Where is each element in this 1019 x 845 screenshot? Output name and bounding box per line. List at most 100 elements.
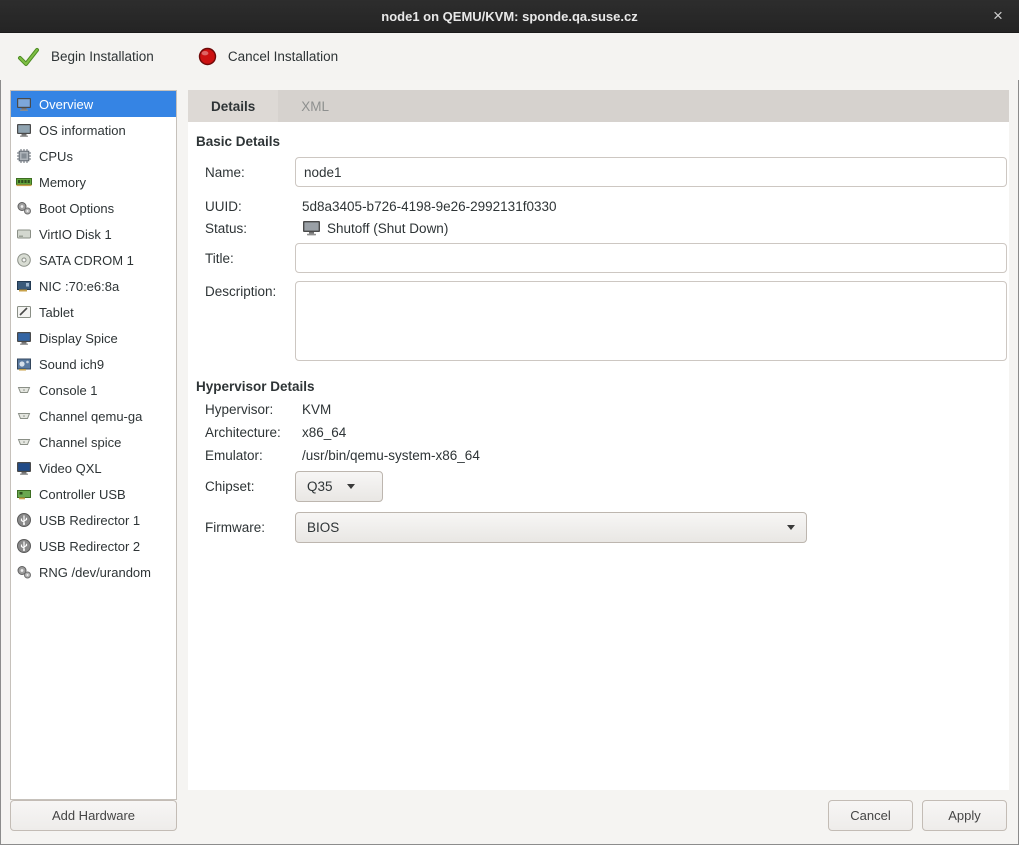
chipset-label: Chipset: [205,479,295,494]
sidebar-item-virtio-disk-1[interactable]: VirtIO Disk 1 [11,221,176,247]
chevron-down-icon [347,484,355,489]
sidebar-item-label: OS information [39,123,126,138]
emulator-value: /usr/bin/qemu-system-x86_64 [295,448,480,463]
checkmark-icon [16,45,40,69]
sidebar-item-label: Sound ich9 [39,357,104,372]
status-text: Shutoff (Shut Down) [327,221,448,236]
add-hardware-button[interactable]: Add Hardware [10,800,177,831]
sidebar-item-channel-spice[interactable]: Channel spice [11,429,176,455]
sidebar-item-memory[interactable]: Memory [11,169,176,195]
sidebar-item-controller-usb[interactable]: Controller USB [11,481,176,507]
sidebar-item-label: RNG /dev/urandom [39,565,151,580]
title-label: Title: [205,251,295,266]
os-icon [16,122,32,138]
hypervisor-details-heading: Hypervisor Details [196,379,1007,394]
sidebar-item-label: Channel spice [39,435,121,450]
sidebar-item-label: Channel qemu-ga [39,409,142,424]
sound-icon [16,356,32,372]
name-input[interactable] [295,157,1007,187]
usb-icon [16,538,32,554]
window-title: node1 on QEMU/KVM: sponde.qa.suse.cz [381,9,637,24]
sidebar-item-cpus[interactable]: CPUs [11,143,176,169]
sidebar-item-label: USB Redirector 2 [39,539,140,554]
description-textarea[interactable] [295,281,1007,361]
sidebar-item-overview[interactable]: Overview [11,91,176,117]
hypervisor-label: Hypervisor: [205,402,295,417]
toolbar: Begin Installation Cancel Installation [0,33,1019,80]
sidebar-item-label: VirtIO Disk 1 [39,227,112,242]
sidebar-item-console-1[interactable]: Console 1 [11,377,176,403]
chipset-dropdown[interactable]: Q35 [295,471,383,502]
computer-icon [16,96,32,112]
sidebar-item-label: Controller USB [39,487,126,502]
sidebar-item-sata-cdrom-1[interactable]: SATA CDROM 1 [11,247,176,273]
uuid-value: 5d8a3405-b726-4198-9e26-2992131f0330 [295,199,556,214]
sidebar-item-label: Tablet [39,305,74,320]
titlebar: node1 on QEMU/KVM: sponde.qa.suse.cz × [0,0,1019,33]
emulator-label: Emulator: [205,448,295,463]
tabstrip: Details XML [188,90,1009,122]
cancel-installation-button[interactable]: Cancel Installation [188,42,348,71]
apply-button[interactable]: Apply [922,800,1007,831]
rng-icon [16,564,32,580]
cpu-icon [16,148,32,164]
sidebar-item-display-spice[interactable]: Display Spice [11,325,176,351]
disk-icon [16,226,32,242]
uuid-label: UUID: [205,199,295,214]
sidebar-item-tablet[interactable]: Tablet [11,299,176,325]
close-icon[interactable]: × [985,0,1011,32]
video-icon [16,460,32,476]
sidebar-item-label: CPUs [39,149,73,164]
sidebar-item-channel-qemu-ga[interactable]: Channel qemu-ga [11,403,176,429]
sidebar-item-label: Boot Options [39,201,114,216]
chipset-value: Q35 [307,479,333,494]
footer-actions: Cancel Apply [828,800,1007,831]
firmware-label: Firmware: [205,520,295,535]
serial-icon [16,382,32,398]
usb-icon [16,512,32,528]
basic-details-heading: Basic Details [196,134,1007,149]
sidebar-item-nic-70-e6-8a[interactable]: NIC :70:e6:8a [11,273,176,299]
begin-installation-button[interactable]: Begin Installation [6,40,164,74]
status-value: Shutoff (Shut Down) [295,220,448,237]
sidebar-list: Overview OS information CPUs Memory Boot Opt… [10,90,177,800]
name-label: Name: [205,165,295,180]
sidebar-item-usb-redirector-1[interactable]: USB Redirector 1 [11,507,176,533]
record-stop-icon [198,47,217,66]
sidebar-item-boot-options[interactable]: Boot Options [11,195,176,221]
tablet-icon [16,304,32,320]
vm-status-icon [302,220,321,237]
details-panel: Basic Details Name: UUID: 5d8a3405-b726-… [188,122,1009,790]
memory-icon [16,174,32,190]
hypervisor-value: KVM [295,402,331,417]
sidebar-item-sound-ich9[interactable]: Sound ich9 [11,351,176,377]
sidebar-item-label: Overview [39,97,93,112]
sidebar-item-label: SATA CDROM 1 [39,253,134,268]
sidebar-item-os-information[interactable]: OS information [11,117,176,143]
architecture-label: Architecture: [205,425,295,440]
title-input[interactable] [295,243,1007,273]
architecture-value: x86_64 [295,425,346,440]
firmware-dropdown[interactable]: BIOS [295,512,807,543]
chevron-down-icon [787,525,795,530]
serial-icon [16,408,32,424]
sidebar-item-label: USB Redirector 1 [39,513,140,528]
display-icon [16,330,32,346]
sidebar-item-label: Display Spice [39,331,118,346]
sidebar-item-label: Video QXL [39,461,102,476]
serial-icon [16,434,32,450]
sidebar-item-rng-dev-urandom[interactable]: RNG /dev/urandom [11,559,176,585]
tab-details[interactable]: Details [188,90,278,122]
cancel-installation-label: Cancel Installation [228,49,338,64]
firmware-value: BIOS [307,520,339,535]
sidebar-item-usb-redirector-2[interactable]: USB Redirector 2 [11,533,176,559]
cdrom-icon [16,252,32,268]
sidebar-item-label: Console 1 [39,383,98,398]
sidebar-item-video-qxl[interactable]: Video QXL [11,455,176,481]
description-label: Description: [205,281,295,299]
tab-xml[interactable]: XML [278,90,352,122]
nic-icon [16,278,32,294]
cancel-button[interactable]: Cancel [828,800,913,831]
boot-icon [16,200,32,216]
status-label: Status: [205,221,295,236]
